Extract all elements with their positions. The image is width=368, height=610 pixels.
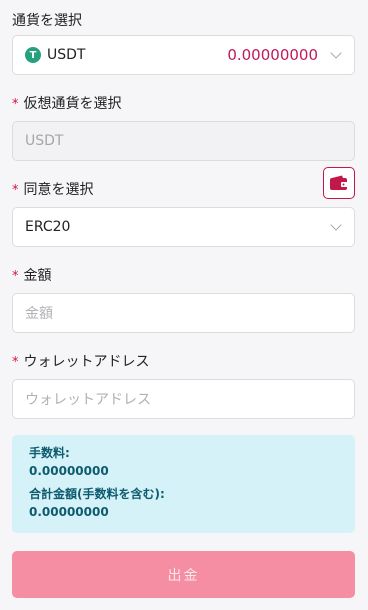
required-mark: * — [12, 183, 19, 198]
chevron-down-icon — [330, 219, 342, 231]
required-mark: * — [12, 355, 19, 370]
wallet-button[interactable] — [323, 167, 355, 199]
address-input[interactable]: ウォレットアドレス — [12, 379, 355, 419]
network-value: ERC20 — [25, 219, 71, 235]
amount-placeholder: 金額 — [25, 306, 53, 322]
network-label-row: * 同意を選択 — [12, 179, 94, 199]
currency-select[interactable]: T USDT 0.00000000 — [12, 35, 355, 75]
network-select[interactable]: ERC20 — [12, 207, 355, 247]
wallet-icon — [330, 175, 348, 190]
crypto-label-row: * 仮想通貨を選択 — [12, 93, 122, 113]
crypto-field: USDT — [12, 121, 355, 161]
usdt-coin-icon: T — [25, 47, 41, 63]
currency-label: 通貨を選択 — [12, 13, 82, 29]
required-mark: * — [12, 97, 19, 112]
total-value: 0.00000000 — [29, 505, 109, 519]
amount-label-row: * 金額 — [12, 265, 52, 285]
amount-label: 金額 — [23, 268, 52, 284]
withdraw-button[interactable]: 出金 — [12, 551, 355, 598]
crypto-label: 仮想通貨を選択 — [23, 96, 122, 112]
required-mark: * — [12, 269, 19, 284]
address-label-row: * ウォレットアドレス — [12, 351, 150, 371]
currency-balance: 0.00000000 — [227, 46, 318, 64]
fee-label: 手数料: — [29, 446, 70, 460]
crypto-value: USDT — [25, 133, 64, 149]
amount-input[interactable]: 金額 — [12, 293, 355, 333]
fee-summary-box: 手数料: 0.00000000 合計金額(手数料を含む): 0.00000000 — [12, 435, 355, 533]
total-label: 合計金額(手数料を含む): — [29, 487, 165, 501]
currency-selected-value: USDT — [47, 47, 86, 63]
fee-value: 0.00000000 — [29, 464, 109, 478]
address-placeholder: ウォレットアドレス — [25, 392, 151, 408]
address-label: ウォレットアドレス — [23, 354, 150, 370]
chevron-down-icon — [330, 47, 342, 59]
network-label: 同意を選択 — [23, 182, 94, 198]
